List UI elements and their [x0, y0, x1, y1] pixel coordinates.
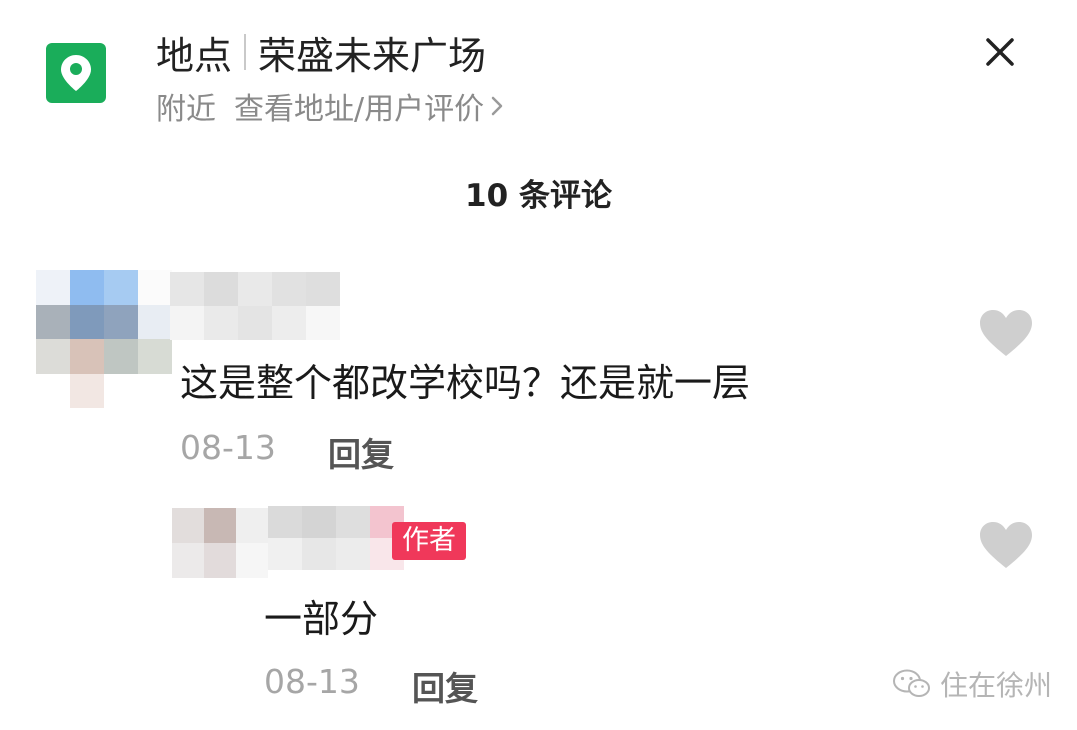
username[interactable] — [170, 272, 340, 340]
view-address-reviews-link[interactable]: 查看地址/用户评价 — [234, 84, 484, 128]
watermark: 住在徐州 — [892, 664, 1052, 704]
close-icon — [986, 38, 1014, 66]
location-pin-icon — [46, 43, 106, 103]
location-subtitle[interactable]: 附近 查看地址/用户评价 — [156, 84, 504, 128]
location-label: 地点 — [156, 33, 233, 78]
heart-icon — [980, 522, 1032, 568]
nearby-label: 附近 — [156, 92, 216, 127]
wechat-icon — [893, 669, 930, 697]
username[interactable] — [268, 506, 404, 570]
avatar[interactable] — [172, 508, 268, 578]
comment-date: 08-13 — [264, 662, 360, 701]
reply-button[interactable]: 回复 — [412, 662, 478, 710]
comments-count-title: 10 条评论 — [465, 178, 612, 214]
place-name: 荣盛未来广场 — [258, 33, 487, 78]
comment-text: 一部分 — [264, 597, 379, 641]
comment-text: 这是整个都改学校吗？还是就一层 — [180, 361, 751, 405]
author-badge: 作者 — [392, 522, 466, 560]
like-button[interactable] — [978, 520, 1034, 570]
comment-date: 08-13 — [180, 428, 276, 467]
title-divider — [244, 34, 247, 70]
chevron-right-icon — [490, 94, 504, 118]
watermark-text: 住在徐州 — [940, 669, 1053, 702]
heart-icon — [980, 310, 1032, 356]
avatar[interactable] — [36, 270, 172, 408]
like-button[interactable] — [978, 308, 1034, 358]
close-button[interactable] — [980, 32, 1020, 72]
location-title[interactable]: 地点 荣盛未来广场 — [156, 26, 486, 78]
reply-button[interactable]: 回复 — [328, 428, 394, 476]
